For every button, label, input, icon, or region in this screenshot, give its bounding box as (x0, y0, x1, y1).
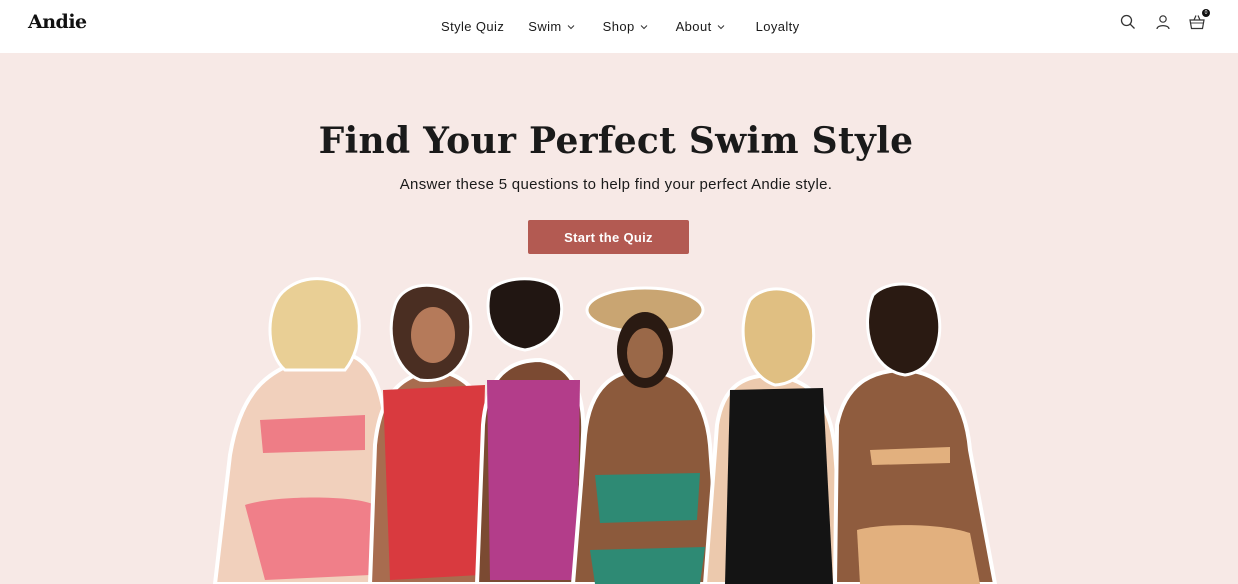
nav-item-label: Shop (602, 19, 635, 34)
chevron-down-icon (717, 24, 724, 29)
chevron-down-icon (567, 24, 574, 29)
site-header: Andie Style Quiz Swim Shop About Loyalty (0, 0, 1238, 53)
model-green-bikini (570, 286, 723, 584)
nav-item-label: Swim (528, 19, 562, 34)
hero-title: Find Your Perfect Swim Style (318, 120, 914, 162)
search-icon[interactable] (1119, 13, 1137, 31)
main-nav: Style Quiz Swim Shop About Loyalty (441, 0, 800, 53)
nav-item-style-quiz[interactable]: Style Quiz (441, 19, 504, 34)
nav-item-about[interactable]: About (676, 19, 725, 34)
nav-item-label: Loyalty (755, 19, 800, 34)
start-quiz-button[interactable]: Start the Quiz (528, 220, 689, 254)
model-pink-bikini (212, 277, 389, 584)
hero-subtitle: Answer these 5 questions to help find yo… (399, 176, 833, 193)
chevron-down-icon (640, 24, 647, 29)
nav-item-label: About (675, 19, 712, 34)
model-magenta-onepiece (474, 277, 586, 584)
nav-item-swim[interactable]: Swim (528, 19, 574, 34)
cart-button[interactable]: 0 (1188, 9, 1210, 31)
account-icon[interactable] (1154, 13, 1172, 31)
model-red-onepiece (367, 283, 493, 584)
cart-count-badge: 0 (1202, 9, 1210, 17)
swimsuit-models-image (212, 277, 998, 584)
model-black-onepiece (702, 287, 848, 584)
brand-logo[interactable]: Andie (28, 11, 87, 33)
nav-item-loyalty[interactable]: Loyalty (756, 19, 800, 34)
model-gingham-bikini (832, 282, 998, 584)
nav-item-label: Style Quiz (441, 19, 505, 34)
nav-item-shop[interactable]: Shop (603, 19, 648, 34)
